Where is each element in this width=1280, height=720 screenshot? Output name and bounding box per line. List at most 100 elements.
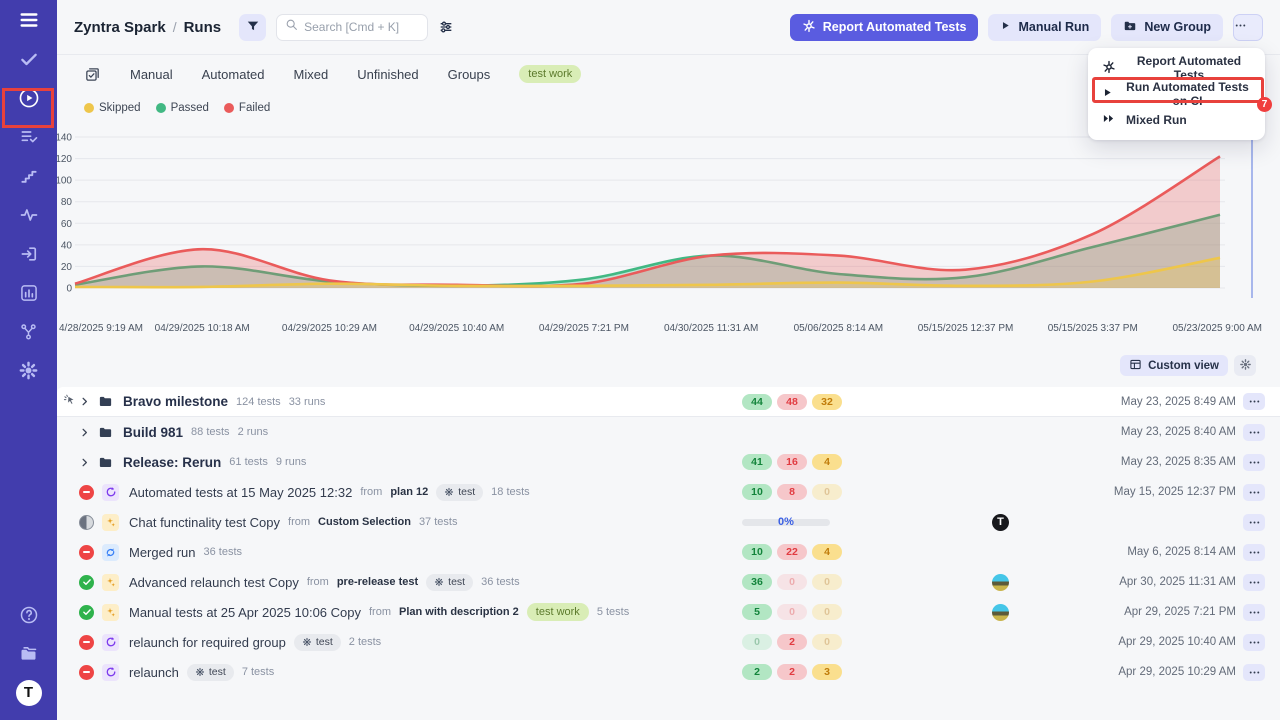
row-actions-button[interactable] xyxy=(1243,634,1265,651)
menu-item-mixed-run[interactable]: Mixed Run xyxy=(1088,107,1265,133)
failed-count-badge: 0 xyxy=(777,574,807,590)
group-name[interactable]: Bravo milestone xyxy=(123,394,228,409)
row-actions-button[interactable] xyxy=(1243,574,1265,591)
view-toolbar: Custom view xyxy=(57,355,1280,376)
merge-icon xyxy=(102,544,119,561)
ellipsis-icon xyxy=(1248,516,1261,529)
expand-chevron-icon[interactable] xyxy=(79,427,90,438)
view-settings-button[interactable] xyxy=(1234,355,1256,376)
sidebar-item-branches[interactable] xyxy=(0,312,57,351)
row-actions-button[interactable] xyxy=(1243,424,1265,441)
search-box[interactable] xyxy=(276,14,428,41)
tab-manual[interactable]: Manual xyxy=(130,67,173,82)
tab-unfinished[interactable]: Unfinished xyxy=(357,67,418,82)
run-name[interactable]: Manual tests at 25 Apr 2025 10:06 Copy xyxy=(129,605,361,620)
sidebar-item-help[interactable] xyxy=(0,595,57,634)
label-pill-test[interactable]: test xyxy=(426,574,473,591)
sidebar-item-menu[interactable] xyxy=(0,0,57,39)
passed-count-badge: 44 xyxy=(742,394,772,410)
run-row[interactable]: Advanced relaunch test Copyfrompre-relea… xyxy=(57,567,1280,597)
run-name[interactable]: relaunch xyxy=(129,665,179,680)
label-pill-test[interactable]: test xyxy=(294,634,341,651)
more-actions-button[interactable] xyxy=(1233,14,1263,41)
menu-item-report-automated-tests[interactable]: Report Automated Tests xyxy=(1088,55,1265,81)
ellipsis-icon xyxy=(1248,606,1261,619)
sidebar-item-milestones[interactable] xyxy=(0,156,57,195)
legend-label: Passed xyxy=(171,102,209,114)
run-row[interactable]: relaunch for required grouptest2 tests02… xyxy=(57,627,1280,657)
run-tests-count: 7 tests xyxy=(242,666,274,678)
sidebar-item-pulse[interactable] xyxy=(0,195,57,234)
expand-chevron-icon[interactable] xyxy=(79,396,90,407)
from-plan-name[interactable]: plan 12 xyxy=(390,486,428,498)
sidebar-item-tests[interactable] xyxy=(0,39,57,78)
y-tick-label: 40 xyxy=(61,240,73,251)
from-plan-name[interactable]: Custom Selection xyxy=(318,516,411,528)
tag-filter-test-work[interactable]: test work xyxy=(519,65,581,83)
x-tick-label: 4/28/2025 9:19 AM xyxy=(59,323,143,334)
label-pill-test-work[interactable]: test work xyxy=(527,603,589,621)
sidebar-item-projects[interactable] xyxy=(0,634,57,673)
search-input[interactable] xyxy=(304,20,419,34)
tab-mixed[interactable]: Mixed xyxy=(294,67,329,82)
sidebar-item-analytics[interactable] xyxy=(0,273,57,312)
folder-plus-icon xyxy=(1123,19,1137,36)
failed-count-badge: 2 xyxy=(777,634,807,650)
failed-count-badge: 48 xyxy=(777,394,807,410)
group-tests-count: 61 tests xyxy=(229,456,268,468)
sparkles-icon xyxy=(102,514,119,531)
group-row[interactable]: Build 98188 tests2 runsMay 23, 2025 8:40… xyxy=(57,417,1280,447)
run-name[interactable]: Chat functinality test Copy xyxy=(129,515,280,530)
tab-automated[interactable]: Automated xyxy=(202,67,265,82)
run-name[interactable]: Advanced relaunch test Copy xyxy=(129,575,299,590)
sidebar-item-plans[interactable] xyxy=(0,117,57,156)
group-name[interactable]: Build 981 xyxy=(123,425,183,440)
run-name[interactable]: Automated tests at 15 May 2025 12:32 xyxy=(129,485,352,500)
run-list-icon[interactable] xyxy=(84,66,101,83)
row-actions-button[interactable] xyxy=(1243,484,1265,501)
run-row[interactable]: Merged run36 tests10224May 6, 2025 8:14 … xyxy=(57,537,1280,567)
sidebar-item-settings[interactable] xyxy=(0,351,57,390)
sidebar-item-import[interactable] xyxy=(0,234,57,273)
run-row[interactable]: Automated tests at 15 May 2025 12:32from… xyxy=(57,477,1280,507)
breadcrumb-section: Runs xyxy=(184,19,222,36)
label-pill-test[interactable]: test xyxy=(436,484,483,501)
manual-run-button[interactable]: Manual Run xyxy=(988,14,1101,41)
from-plan-name[interactable]: pre-release test xyxy=(337,576,418,588)
group-row[interactable]: Bravo milestone124 tests33 runs444832May… xyxy=(57,387,1280,417)
row-actions-button[interactable] xyxy=(1243,544,1265,561)
new-group-button[interactable]: New Group xyxy=(1111,14,1223,41)
from-plan-name[interactable]: Plan with description 2 xyxy=(399,606,519,618)
run-date: Apr 29, 2025 10:29 AM xyxy=(1118,666,1236,678)
breadcrumb-project[interactable]: Zyntra Spark xyxy=(74,19,166,36)
expand-chevron-icon[interactable] xyxy=(79,457,90,468)
adjustments-icon[interactable] xyxy=(438,19,454,35)
row-actions-button[interactable] xyxy=(1243,664,1265,681)
progress-bar: 0% xyxy=(742,514,830,530)
group-name[interactable]: Release: Rerun xyxy=(123,455,221,470)
row-actions-button[interactable] xyxy=(1243,604,1265,621)
row-actions-button[interactable] xyxy=(1243,393,1265,410)
legend-dot xyxy=(156,103,166,113)
run-row[interactable]: Manual tests at 25 Apr 2025 10:06 Copyfr… xyxy=(57,597,1280,627)
filter-button[interactable] xyxy=(239,14,266,41)
custom-view-button[interactable]: Custom view xyxy=(1120,355,1228,376)
run-name[interactable]: Merged run xyxy=(129,545,195,560)
sidebar-item-logo[interactable]: T xyxy=(0,673,57,712)
new-group-label: New Group xyxy=(1144,20,1211,34)
result-badges: 500 xyxy=(742,604,842,620)
sidebar-item-runs[interactable] xyxy=(0,78,57,117)
run-row[interactable]: relaunchtest7 tests223Apr 29, 2025 10:29… xyxy=(57,657,1280,687)
menu-item-run-automated-tests-on-ci[interactable]: Run Automated Tests on CI xyxy=(1088,81,1265,107)
mouse-cursor-icon xyxy=(62,393,77,413)
report-automated-tests-button[interactable]: Report Automated Tests xyxy=(790,14,979,41)
label-pill-test[interactable]: test xyxy=(187,664,234,681)
run-name[interactable]: relaunch for required group xyxy=(129,635,286,650)
row-actions-button[interactable] xyxy=(1243,514,1265,531)
x-tick-label: 04/29/2025 7:21 PM xyxy=(539,323,629,334)
tab-groups[interactable]: Groups xyxy=(448,67,491,82)
run-row[interactable]: Chat functinality test CopyfromCustom Se… xyxy=(57,507,1280,537)
gear-icon xyxy=(302,637,312,647)
row-actions-button[interactable] xyxy=(1243,454,1265,471)
group-row[interactable]: Release: Rerun61 tests9 runs41164May 23,… xyxy=(57,447,1280,477)
